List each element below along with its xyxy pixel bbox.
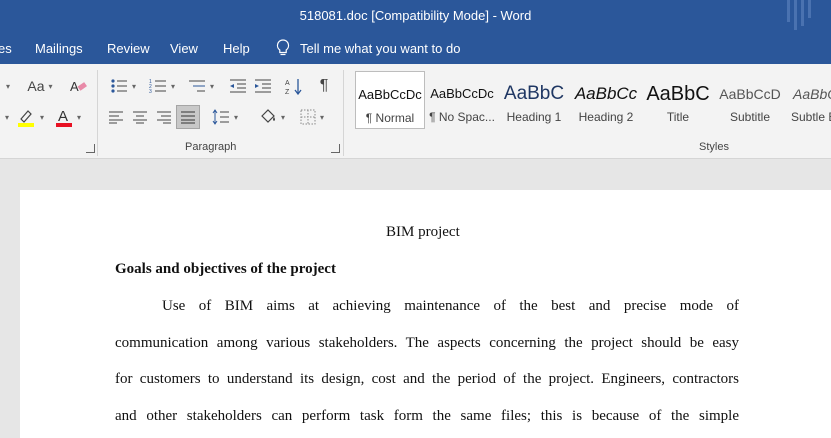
tell-me-search[interactable]: Tell me what you want to do [276, 39, 460, 57]
svg-text:A: A [58, 108, 68, 125]
style-label: ¶ Normal [365, 111, 415, 125]
highlighter-icon [17, 110, 34, 127]
align-right-icon [157, 111, 171, 124]
style-normal[interactable]: AaBbCcDc ¶ Normal [355, 71, 425, 129]
svg-text:Z: Z [285, 89, 290, 95]
style-subtle-emphasis[interactable]: AaBbC Subtle E [787, 71, 831, 129]
style-no-spacing[interactable]: AaBbCcDc ¶ No Spac... [427, 71, 497, 129]
bullets-button[interactable]: ▾ [106, 75, 140, 97]
highlight-color-button[interactable]: ▾ [14, 106, 46, 128]
change-case-label: Aa [27, 78, 45, 94]
align-left-button[interactable] [106, 106, 126, 128]
svg-text:A: A [70, 79, 79, 94]
align-left-icon [109, 111, 123, 124]
lightbulb-icon [276, 39, 290, 56]
font-color-icon: A [55, 108, 72, 127]
line-spacing-icon [212, 109, 229, 125]
increase-indent-button[interactable] [253, 75, 273, 97]
numbering-icon: 123 [149, 79, 166, 94]
paragraph-dialog-launcher[interactable] [331, 144, 340, 153]
style-sample: AaBbC [503, 83, 565, 104]
align-center-icon [133, 111, 147, 124]
svg-text:3: 3 [149, 89, 152, 94]
style-label: ¶ No Spac... [429, 110, 495, 124]
style-title[interactable]: AaBbC Title [643, 71, 713, 129]
paragraph-line: for customers to understand its design, … [115, 371, 739, 387]
document-heading: Goals and objectives of the project [115, 261, 336, 277]
decrease-indent-button[interactable] [228, 75, 248, 97]
tab-mailings[interactable]: Mailings [35, 41, 83, 56]
multilevel-list-icon [188, 80, 205, 92]
style-subtitle[interactable]: AaBbCcD Subtitle [715, 71, 785, 129]
decrease-indent-icon [230, 79, 246, 93]
style-label: Subtitle [729, 110, 771, 124]
tab-review[interactable]: Review [107, 41, 150, 56]
increase-indent-icon [255, 79, 271, 93]
style-heading-2[interactable]: AaBbCc Heading 2 [571, 71, 641, 129]
borders-icon [300, 109, 316, 125]
borders-button[interactable]: ▾ [295, 106, 329, 128]
justify-button[interactable] [176, 105, 200, 129]
style-label: Heading 1 [506, 110, 562, 124]
subscript-dropdown[interactable]: ▾ [0, 106, 10, 128]
tab-view[interactable]: View [170, 41, 198, 56]
style-sample: AaBbCcDc [430, 86, 494, 101]
group-separator [97, 70, 98, 156]
shading-button[interactable]: ▾ [255, 106, 289, 128]
style-label: Subtle E [791, 110, 831, 124]
ribbon: ▾ Aa ▾ A ▾ ▾ A ▾ ▾ 123 ▾ ▾ A Z ¶ ▾ ▾ ▾ P… [0, 64, 831, 159]
clear-formatting-button[interactable]: A [68, 75, 88, 97]
font-dialog-launcher[interactable] [86, 144, 95, 153]
show-formatting-marks-button[interactable]: ¶ [314, 75, 334, 97]
window-title: 518081.doc [Compatibility Mode] - Word [299, 8, 532, 23]
style-label: Heading 2 [578, 110, 634, 124]
pilcrow-icon: ¶ [319, 77, 329, 94]
group-separator [343, 70, 344, 156]
bullets-icon [111, 79, 127, 93]
sort-icon: AZ [285, 79, 302, 95]
clear-formatting-icon: A [70, 79, 87, 94]
paint-bucket-icon [261, 109, 275, 123]
style-sample: AaBbC [646, 83, 710, 105]
line-spacing-button[interactable]: ▾ [208, 106, 242, 128]
decorative-pattern-icon [787, 0, 811, 30]
font-color-button[interactable]: A ▾ [52, 106, 84, 128]
paragraph-line: communication among various stakeholders… [115, 335, 739, 351]
paragraph-line: Use of BIM aims at achieving maintenance… [162, 298, 739, 314]
svg-text:A: A [285, 80, 290, 87]
sort-button[interactable]: AZ [284, 75, 304, 97]
style-sample: AaBbCcD [719, 86, 781, 102]
change-case-button[interactable]: Aa ▾ [24, 75, 56, 97]
tell-me-placeholder: Tell me what you want to do [300, 40, 461, 56]
font-size-dropdown[interactable]: ▾ [0, 75, 12, 97]
style-sample: AaBbCcDc [358, 87, 422, 102]
title-bar: 518081.doc [Compatibility Mode] - Word [0, 0, 831, 32]
styles-group-label: Styles [699, 141, 729, 153]
style-sample: AaBbCc [574, 84, 638, 103]
ribbon-tabs: es Mailings Review View Help Tell me wha… [0, 32, 831, 64]
numbering-button[interactable]: 123 ▾ [145, 75, 179, 97]
align-center-button[interactable] [130, 106, 150, 128]
style-heading-1[interactable]: AaBbC Heading 1 [499, 71, 569, 129]
paragraph-line: and other stakeholders can perform task … [115, 408, 739, 424]
paragraph-group-label: Paragraph [185, 141, 237, 153]
align-right-button[interactable] [154, 106, 174, 128]
document-title: BIM project [386, 224, 460, 240]
style-label: Title [666, 110, 690, 124]
tab-references[interactable]: es [0, 41, 12, 56]
justify-icon [181, 111, 195, 124]
tab-help[interactable]: Help [223, 41, 250, 56]
style-sample: AaBbC [793, 86, 831, 102]
multilevel-list-button[interactable]: ▾ [184, 75, 218, 97]
